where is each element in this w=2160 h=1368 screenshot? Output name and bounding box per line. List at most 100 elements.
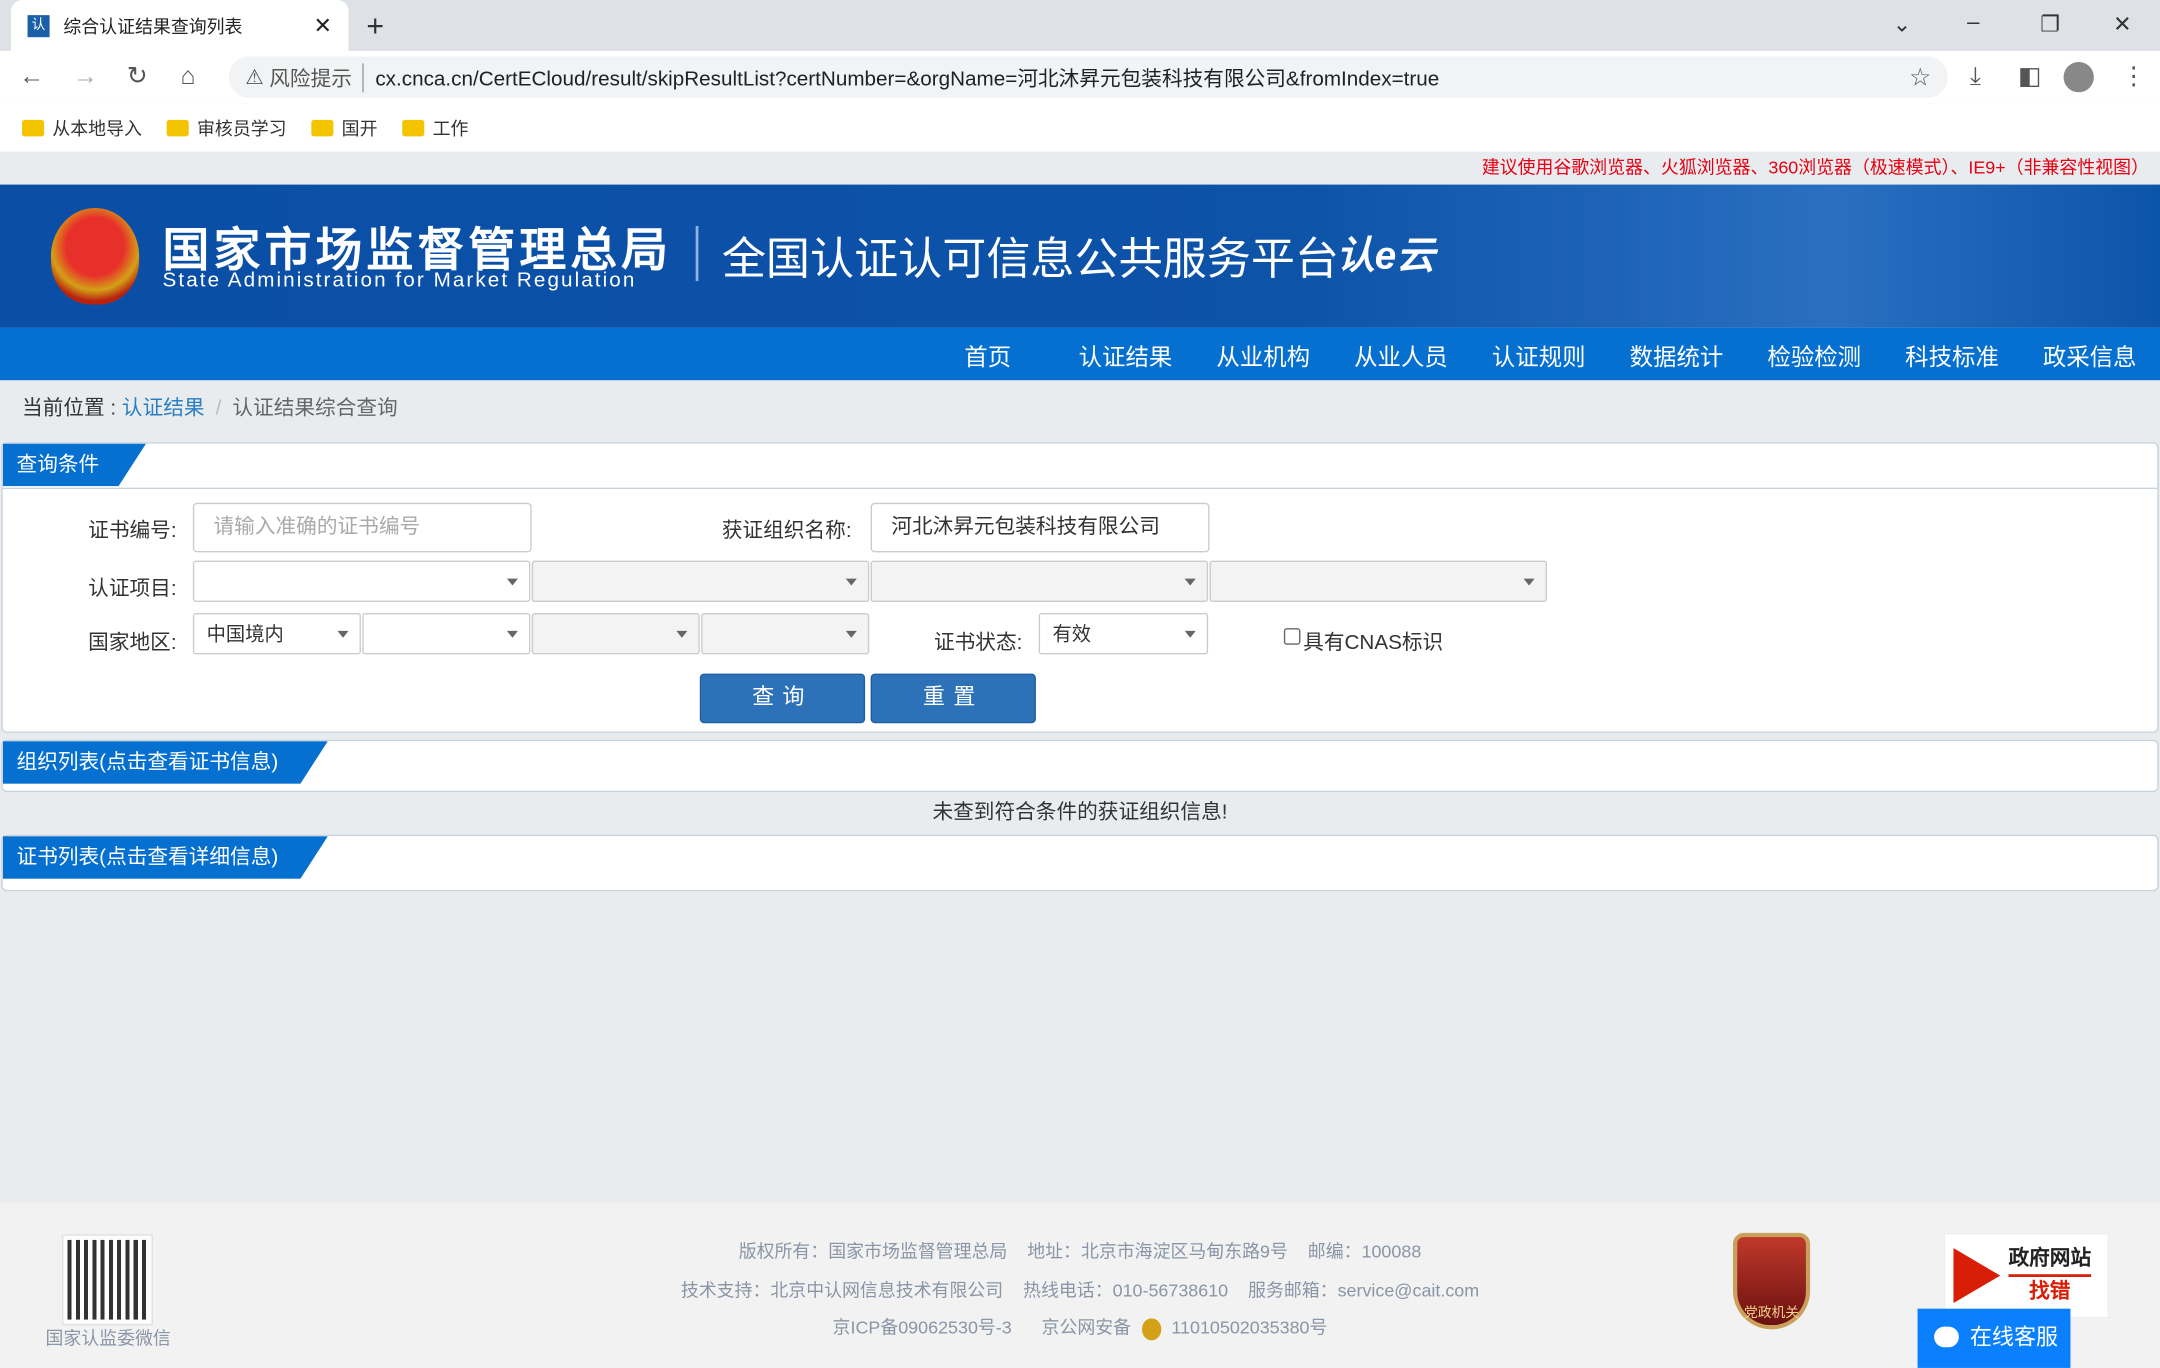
magnifier-icon xyxy=(1953,1248,2000,1303)
breadcrumb-current: 认证结果综合查询 xyxy=(232,397,397,420)
cert-no-input[interactable]: 请输入准确的证书编号 xyxy=(193,503,532,553)
nav-home[interactable]: 首页 xyxy=(964,337,1011,371)
project-select-3[interactable] xyxy=(871,561,1208,602)
folder-icon xyxy=(402,119,424,136)
nav-testing[interactable]: 检验检测 xyxy=(1767,337,1861,371)
bookmark-label: 审核员学习 xyxy=(197,114,287,140)
restore-icon[interactable]: ❐ xyxy=(2040,11,2060,39)
warning-icon: ⚠ xyxy=(245,65,264,90)
city-select[interactable] xyxy=(532,613,700,654)
folder-icon xyxy=(311,119,333,136)
tab-search-icon[interactable]: ⌄ xyxy=(1893,11,1911,39)
nav-standards[interactable]: 科技标准 xyxy=(1905,337,1999,371)
empty-result-message: 未查到符合条件的获证组织信息! xyxy=(0,796,2160,825)
police-number[interactable]: 11010502035380号 xyxy=(1171,1317,1327,1338)
cert-list-title: 证书列表(点击查看详细信息) xyxy=(3,836,328,879)
divider xyxy=(696,226,699,281)
nav-procurement[interactable]: 政采信息 xyxy=(2043,337,2137,371)
divider xyxy=(3,488,2157,489)
online-service-button[interactable]: 在线客服 xyxy=(1918,1309,2071,1368)
nav-statistics[interactable]: 数据统计 xyxy=(1630,337,1724,371)
main-nav: 首页 认证结果 从业机构 从业人员 认证规则 数据统计 检验检测 科技标准 政采… xyxy=(0,328,2160,380)
record-line: 京ICP备09062530号-3 京公网安备 11010502035380号 xyxy=(0,1313,2160,1340)
party-gov-badge[interactable]: 党政机关 xyxy=(1733,1233,1810,1329)
cnas-label: 具有CNAS标识 xyxy=(1303,627,1443,656)
platform-title: 全国认证认可信息公共服务平台 xyxy=(722,225,1339,288)
support-line: 技术支持：北京中认网信息技术有限公司 热线电话：010-56738610 服务邮… xyxy=(0,1276,2160,1302)
query-panel: 查询条件 证书编号: 请输入准确的证书编号 获证组织名称: 河北沐昇元包装科技有… xyxy=(1,442,2158,733)
menu-icon[interactable]: ⋮ xyxy=(2121,62,2146,91)
police-label[interactable]: 京公网安备 xyxy=(1042,1317,1132,1338)
download-icon[interactable]: ⤓ xyxy=(1970,62,1981,91)
org-list-title: 组织列表(点击查看证书信息) xyxy=(3,741,328,784)
bookmark-label: 国开 xyxy=(342,114,378,140)
breadcrumb-link[interactable]: 认证结果 xyxy=(122,397,205,420)
region-label: 国家地区: xyxy=(88,627,176,656)
browser-notice: 建议使用谷歌浏览器、火狐浏览器、360浏览器（极速模式）、IE9+（非兼容性视图… xyxy=(0,152,2160,185)
site-banner: 国家市场监督管理总局 State Administration for Mark… xyxy=(0,185,2160,328)
tab-title: 综合认证结果查询列表 xyxy=(63,12,242,38)
forward-icon[interactable]: → xyxy=(73,62,98,91)
renyun-logo: 认e云 xyxy=(1336,226,1435,281)
bookmark-folder[interactable]: 工作 xyxy=(402,114,468,140)
reload-icon[interactable]: ↻ xyxy=(127,62,148,91)
status-select[interactable]: 有效 xyxy=(1039,613,1208,654)
org-name-label: 获证组织名称: xyxy=(722,515,852,544)
profile-icon[interactable] xyxy=(2064,62,2094,92)
url-text[interactable]: cx.cnca.cn/CertECloud/result/skipResultL… xyxy=(375,63,1439,92)
close-window-icon[interactable]: ✕ xyxy=(2113,11,2131,39)
back-icon[interactable]: ← xyxy=(19,62,44,91)
national-emblem-icon xyxy=(51,208,139,304)
province-select[interactable] xyxy=(362,613,530,654)
project-select-2[interactable] xyxy=(532,561,869,602)
police-emblem-icon xyxy=(1142,1318,1161,1340)
cnas-checkbox[interactable] xyxy=(1284,628,1301,645)
address-bar[interactable]: ⚠ 风险提示 cx.cnca.cn/CertECloud/result/skip… xyxy=(229,56,1948,97)
nav-personnel[interactable]: 从业人员 xyxy=(1354,337,1448,371)
favicon-icon: 认 xyxy=(28,14,50,36)
tab-bar: 认 综合认证结果查询列表 ✕ + ⌄ – ❐ ✕ xyxy=(0,0,2160,51)
bookmark-folder[interactable]: 国开 xyxy=(311,114,377,140)
nav-rules[interactable]: 认证规则 xyxy=(1492,337,1586,371)
bookmark-label: 从本地导入 xyxy=(52,114,142,140)
cert-no-label: 证书编号: xyxy=(88,515,176,544)
reset-button[interactable]: 重置 xyxy=(871,674,1036,724)
org-list-panel: 组织列表(点击查看证书信息) xyxy=(1,740,2158,792)
org-name-input[interactable]: 河北沐昇元包装科技有限公司 xyxy=(871,503,1210,553)
browser-tab[interactable]: 认 综合认证结果查询列表 ✕ xyxy=(11,0,348,51)
footer: 国家认监委微信 版权所有：国家市场监督管理总局 地址：北京市海淀区马甸东路9号 … xyxy=(0,1203,2160,1368)
bookmark-folder[interactable]: 从本地导入 xyxy=(22,114,142,140)
query-panel-title: 查询条件 xyxy=(3,444,146,487)
minimize-icon[interactable]: – xyxy=(1967,11,1979,36)
district-select[interactable] xyxy=(701,613,869,654)
project-label: 认证项目: xyxy=(88,573,176,602)
icp-link[interactable]: 京ICP备09062530号-3 xyxy=(833,1317,1012,1338)
bookmark-star-icon[interactable]: ☆ xyxy=(1909,63,1931,92)
new-tab-icon[interactable]: + xyxy=(366,8,384,44)
risk-label: 风险提示 xyxy=(269,63,364,92)
region-select[interactable]: 中国境内 xyxy=(193,613,361,654)
home-icon[interactable]: ⌂ xyxy=(180,62,195,91)
agency-name-en: State Administration for Market Regulati… xyxy=(163,269,637,292)
status-label: 证书状态: xyxy=(934,627,1022,656)
nav-cert-results[interactable]: 认证结果 xyxy=(1079,337,1173,371)
gov-site-error-report[interactable]: 政府网站找错 xyxy=(1944,1233,2109,1318)
bookmark-label: 工作 xyxy=(433,114,469,140)
breadcrumb-prefix: 当前位置 : xyxy=(22,397,122,420)
project-select-1[interactable] xyxy=(193,561,530,602)
bookmarks-bar: 从本地导入 审核员学习 国开 工作 xyxy=(0,103,2160,151)
search-button[interactable]: 查询 xyxy=(700,674,865,724)
project-select-4[interactable] xyxy=(1209,561,1546,602)
side-panel-icon[interactable]: ◧ xyxy=(2018,62,2041,91)
close-tab-icon[interactable]: ✕ xyxy=(314,12,332,40)
cert-list-panel: 证书列表(点击查看详细信息) xyxy=(1,835,2158,891)
nav-institutions[interactable]: 从业机构 xyxy=(1216,337,1310,371)
gov-top-text: 政府网站 xyxy=(2008,1244,2091,1274)
address-toolbar: ← → ↻ ⌂ ⚠ 风险提示 cx.cnca.cn/CertECloud/res… xyxy=(0,51,2160,103)
copyright-line: 版权所有：国家市场监督管理总局 地址：北京市海淀区马甸东路9号 邮编：10008… xyxy=(0,1237,2160,1263)
gov-bottom-text: 找错 xyxy=(2008,1274,2091,1307)
breadcrumb-separator: / xyxy=(216,397,222,420)
folder-icon xyxy=(22,119,44,136)
bookmark-folder[interactable]: 审核员学习 xyxy=(167,114,287,140)
folder-icon xyxy=(167,119,189,136)
